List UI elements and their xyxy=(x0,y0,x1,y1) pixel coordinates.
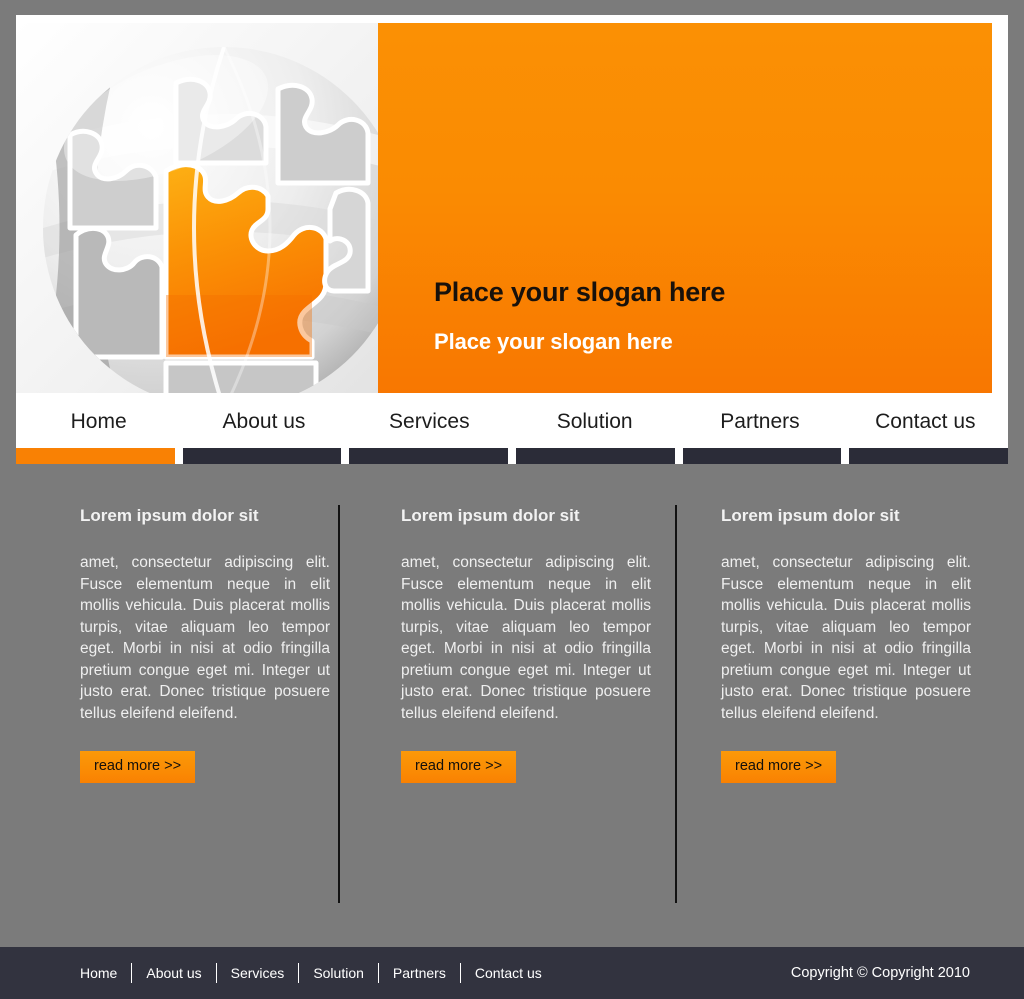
column-body: amet, consectetur adipiscing elit. Fusce… xyxy=(80,554,330,722)
footer-link-solution[interactable]: Solution xyxy=(299,965,378,981)
nav-item-about-us[interactable]: About us xyxy=(181,411,346,432)
column-heading: Lorem ipsum dolor sit xyxy=(80,506,259,525)
slogan-secondary: Place your slogan here xyxy=(434,329,673,354)
nav-item-services[interactable]: Services xyxy=(347,411,512,432)
nav-tab-partners[interactable] xyxy=(682,448,842,464)
nav-tab-solution[interactable] xyxy=(516,448,675,464)
footer-link-row: Home About us Services Solution Partners… xyxy=(80,947,556,999)
nav-tab-services[interactable] xyxy=(349,448,509,464)
footer-link-contact-us[interactable]: Contact us xyxy=(461,965,556,981)
column-container: Lorem ipsum dolor sit amet, consectetur … xyxy=(0,464,1024,947)
content-column-3: Lorem ipsum dolor sit amet, consectetur … xyxy=(721,506,971,783)
column-body: amet, consectetur adipiscing elit. Fusce… xyxy=(401,554,651,722)
column-divider-2 xyxy=(675,505,677,903)
slogan-primary: Place your slogan here xyxy=(434,277,726,307)
column-heading: Lorem ipsum dolor sit xyxy=(721,506,900,525)
hero-banner: Place your slogan here Place your slogan… xyxy=(16,23,992,393)
read-more-button-1[interactable]: read more >> xyxy=(80,751,196,783)
nav-item-home[interactable]: Home xyxy=(16,411,181,432)
footer-link-partners[interactable]: Partners xyxy=(379,965,460,981)
column-divider-1 xyxy=(338,505,340,903)
main-navigation: Home About us Services Solution Partners… xyxy=(16,393,1009,464)
content-column-2: Lorem ipsum dolor sit amet, consectetur … xyxy=(401,506,651,783)
footer-link-services[interactable]: Services xyxy=(217,965,299,981)
page-footer: Home About us Services Solution Partners… xyxy=(0,947,1024,999)
column-body: amet, consectetur adipiscing elit. Fusce… xyxy=(721,554,971,722)
read-more-button-2[interactable]: read more >> xyxy=(401,751,517,783)
nav-tab-home[interactable] xyxy=(16,448,175,464)
read-more-button-3[interactable]: read more >> xyxy=(721,751,837,783)
content-column-1: Lorem ipsum dolor sit amet, consectetur … xyxy=(80,506,330,783)
nav-tab-indicator-row xyxy=(16,448,1009,464)
nav-item-solution[interactable]: Solution xyxy=(512,411,677,432)
nav-label-row: Home About us Services Solution Partners… xyxy=(16,393,1008,450)
footer-link-about-us[interactable]: About us xyxy=(132,965,215,981)
column-heading: Lorem ipsum dolor sit xyxy=(401,506,580,525)
globe-puzzle-icon xyxy=(16,23,378,393)
nav-item-partners[interactable]: Partners xyxy=(677,411,842,432)
footer-link-home[interactable]: Home xyxy=(80,965,131,981)
nav-tab-about-us[interactable] xyxy=(182,448,342,464)
hero-slogan-panel: Place your slogan here Place your slogan… xyxy=(378,23,992,393)
nav-tab-contact-us[interactable] xyxy=(849,448,1009,464)
copyright-text: Copyright © Copyright 2010 xyxy=(790,965,970,981)
content-area: Lorem ipsum dolor sit amet, consectetur … xyxy=(0,464,1024,947)
nav-item-contact-us[interactable]: Contact us xyxy=(843,411,1008,432)
